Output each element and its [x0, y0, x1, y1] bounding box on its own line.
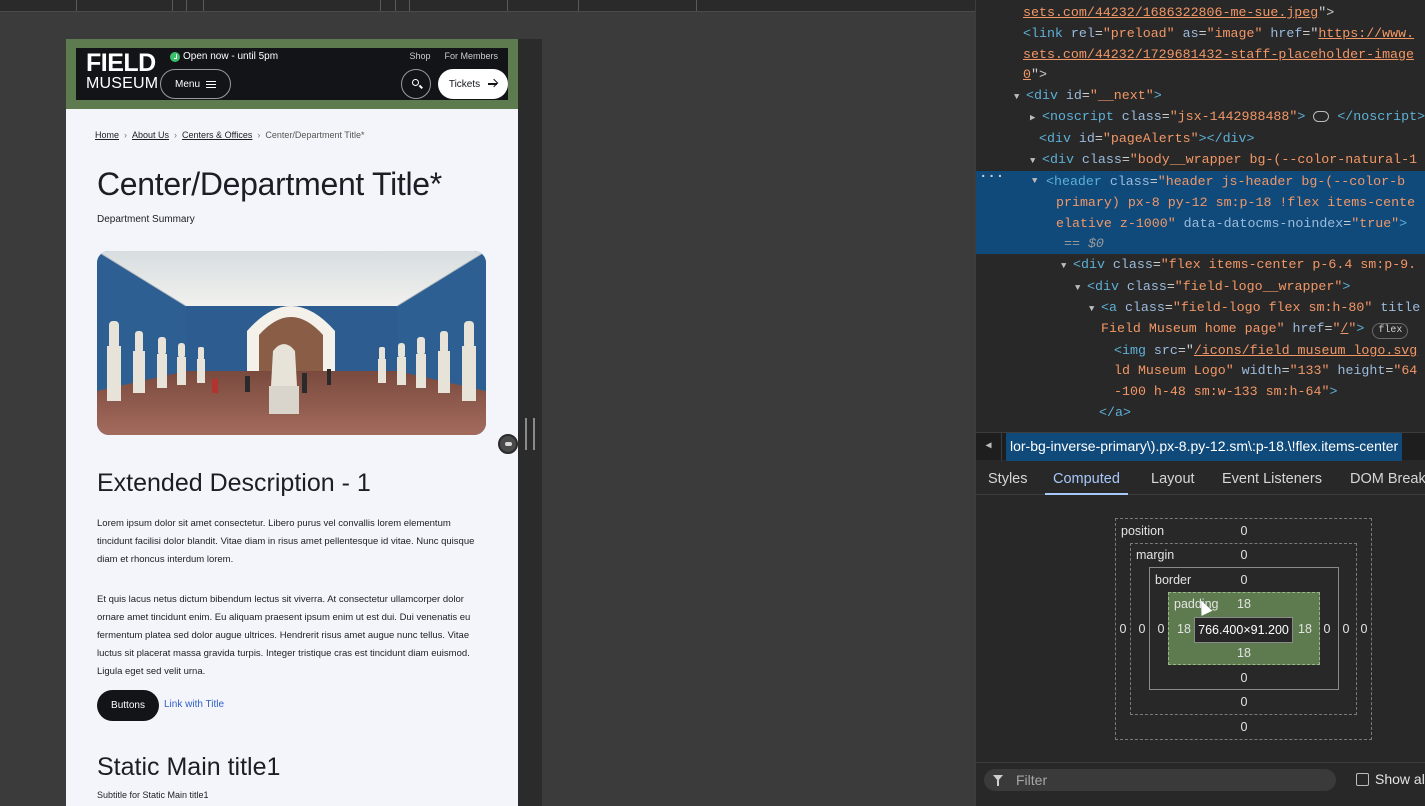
- margin-label: margin: [1136, 548, 1175, 562]
- field-museum-logo[interactable]: FIELD MUSEUM: [86, 51, 158, 92]
- open-check-icon: [170, 51, 180, 62]
- hero-image: [97, 251, 486, 435]
- open-now-text: Open now - until 5pm: [183, 51, 279, 62]
- shop-link[interactable]: Shop: [409, 51, 430, 61]
- content-size[interactable]: 766.400×91.200: [1194, 617, 1293, 643]
- show-all-label: Show all: [1375, 771, 1425, 787]
- computed-filter-bar: Filter Show all: [976, 762, 1425, 796]
- margin-top: 0: [1240, 548, 1248, 562]
- breadcrumb: Home › About Us › Centers & Offices › Ce…: [95, 130, 364, 140]
- chevron-right-icon: ›: [124, 130, 128, 140]
- emulated-page: FIELD MUSEUM Open now - until 5pm Shop F…: [66, 39, 518, 806]
- extended-description-paragraph-2: Et quis lacus netus dictum bibendum lect…: [97, 594, 471, 677]
- filter-input[interactable]: Filter: [984, 769, 1336, 791]
- padding-left: 18: [1177, 622, 1191, 636]
- extended-description-paragraph-1: Lorem ipsum dolor sit amet consectetur. …: [97, 518, 475, 565]
- extended-description-title: Extended Description - 1: [97, 469, 371, 497]
- buttons-button[interactable]: Buttons: [97, 690, 159, 721]
- position-top: 0: [1240, 524, 1248, 538]
- device-resize-handle[interactable]: [525, 418, 535, 450]
- static-main-subtitle: Subtitle for Static Main title1: [97, 790, 209, 800]
- arrow-right-icon: [488, 83, 498, 85]
- search-icon-handle: [419, 84, 423, 89]
- padding-top: 18: [1237, 597, 1251, 611]
- top-ruler: [0, 0, 975, 12]
- border-bottom: 0: [1240, 671, 1248, 685]
- margin-bottom: 0: [1240, 695, 1248, 709]
- menu-button[interactable]: Menu: [160, 69, 231, 99]
- breadcrumb-about-us[interactable]: About Us: [132, 130, 169, 140]
- show-all-toggle[interactable]: Show all: [1356, 771, 1425, 787]
- box-model-diagram: position 0 0 0 0 margin 0 0 0 0 border 0…: [976, 0, 1425, 806]
- padding-right: 18: [1298, 622, 1312, 636]
- show-all-checkbox[interactable]: [1356, 772, 1369, 786]
- devtools-panel: sets.com/44232/1686322806-me-sue.jpeg"> …: [975, 0, 1425, 806]
- logo-line-1: FIELD: [86, 49, 156, 77]
- open-now-status: Open now - until 5pm: [170, 51, 278, 62]
- search-button[interactable]: [401, 69, 431, 99]
- for-members-link[interactable]: For Members: [444, 51, 498, 61]
- site-header-bar: FIELD MUSEUM Open now - until 5pm Shop F…: [76, 48, 508, 100]
- hamburger-icon: [206, 80, 216, 88]
- filter-funnel-icon: [993, 775, 1003, 786]
- position-right: 0: [1360, 622, 1368, 636]
- border-top: 0: [1240, 573, 1248, 587]
- padding-bottom: 18: [1237, 646, 1251, 660]
- site-header: FIELD MUSEUM Open now - until 5pm Shop F…: [66, 39, 518, 109]
- border-right: 0: [1323, 622, 1331, 636]
- border-label: border: [1155, 573, 1192, 587]
- margin-right: 0: [1342, 622, 1350, 636]
- tickets-label: Tickets: [448, 78, 481, 90]
- chevron-right-icon: ›: [174, 130, 178, 140]
- position-bottom: 0: [1240, 720, 1248, 734]
- breadcrumb-current: Center/Department Title*: [265, 130, 365, 140]
- logo-line-2: MUSEUM: [86, 75, 159, 92]
- chevron-right-icon: ›: [257, 130, 261, 140]
- department-summary: Department Summary: [97, 214, 195, 225]
- tickets-button[interactable]: Tickets: [438, 69, 508, 99]
- devtools-toggle-icon[interactable]: [498, 434, 518, 454]
- menu-label: Menu: [174, 78, 200, 90]
- static-main-title: Static Main title1: [97, 753, 281, 781]
- filter-placeholder: Filter: [1016, 772, 1048, 788]
- top-links: Shop For Members: [409, 51, 498, 61]
- position-label: position: [1121, 524, 1165, 538]
- breadcrumb-centers-offices[interactable]: Centers & Offices: [182, 130, 252, 140]
- device-emulation-stage: FIELD MUSEUM Open now - until 5pm Shop F…: [0, 0, 975, 806]
- breadcrumb-home[interactable]: Home: [95, 130, 119, 140]
- gallery-illustration: [97, 251, 486, 435]
- search-icon: [412, 79, 419, 86]
- link-with-title[interactable]: Link with Title: [164, 699, 224, 710]
- page-title: Center/Department Title*: [97, 166, 442, 202]
